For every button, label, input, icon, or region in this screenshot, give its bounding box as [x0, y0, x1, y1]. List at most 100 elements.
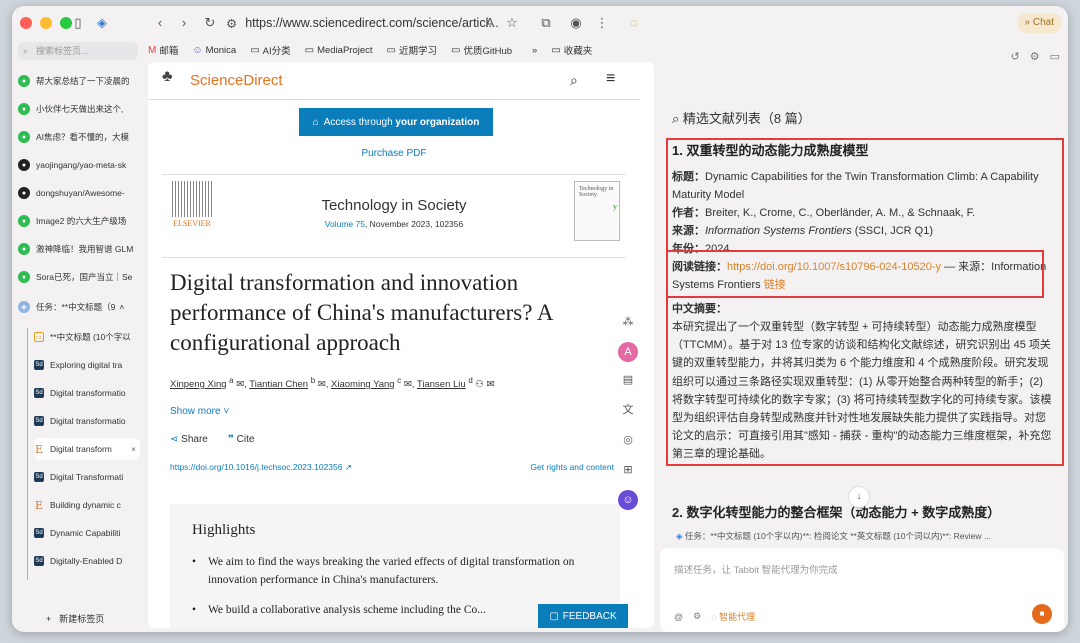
window-icon[interactable]: ▭: [1050, 50, 1060, 63]
sidebar-tab[interactable]: ● 帮大家总结了一下凌晨的: [18, 70, 140, 92]
bookmark-recent[interactable]: ▭ 近期学习: [387, 43, 437, 58]
bookmark-github[interactable]: ▭ 优质GitHub: [451, 43, 512, 58]
author-link[interactable]: Xiaoming Yang: [331, 379, 395, 390]
email-icon[interactable]: ✉: [236, 379, 244, 390]
target-icon[interactable]: ◎: [618, 430, 638, 450]
url-text[interactable]: https://www.sciencedirect.com/science/ar…: [245, 16, 499, 30]
volume-link[interactable]: Volume 75: [325, 219, 365, 229]
tab-search-input[interactable]: ⌕ 搜索标签页...: [18, 42, 138, 60]
sidebar-subtab[interactable]: Sd Exploring digital tra: [34, 354, 140, 376]
ai-tools-icon[interactable]: ⁂: [618, 312, 638, 332]
new-tab-button[interactable]: + 新建标签页: [46, 612, 104, 625]
sciencedirect-icon: Sd: [34, 472, 44, 482]
close-window-button[interactable]: [20, 17, 32, 29]
bookmark-favorites[interactable]: ▭ 收藏夹: [551, 43, 592, 58]
tree-line: [27, 328, 28, 580]
person-icon[interactable]: ⚇: [475, 379, 484, 390]
sidebar-tab[interactable]: ● dongshuyan/Awesome-: [18, 182, 140, 204]
sidebar-tab[interactable]: ● AI焦虑？看不懂的，大模: [18, 126, 140, 148]
profile-icon[interactable]: ◉: [568, 15, 584, 31]
task-context-bar[interactable]: ◈ 任务：**中文标题 (10个字以内)**: 检阅论文 **英文标题 (10个…: [660, 526, 1064, 546]
language-icon[interactable]: 文: [618, 400, 638, 420]
doi-link[interactable]: https://doi.org/10.1016/j.techsoc.2023.1…: [170, 462, 352, 473]
sidebar-tab[interactable]: ● Sora已死，国产当立｜Se: [18, 266, 140, 288]
cite-button[interactable]: ❞ Cite: [228, 434, 254, 445]
plus-icon: +: [46, 614, 52, 624]
book-icon[interactable]: ▤: [618, 370, 638, 390]
mention-icon[interactable]: @: [674, 612, 683, 622]
bulb-icon[interactable]: ◌: [626, 15, 642, 31]
sciencedirect-icon: Sd: [34, 556, 44, 566]
close-tab-icon[interactable]: ×: [131, 444, 136, 454]
task-group-header[interactable]: ◈ 任务：**中文标题（9 ˄: [18, 296, 140, 318]
settings-icon[interactable]: ⚙: [1030, 50, 1040, 63]
history-icon[interactable]: ↺: [1011, 50, 1020, 63]
hamburger-menu-icon[interactable]: ≡: [606, 70, 615, 88]
email-icon[interactable]: ✉: [487, 379, 495, 390]
sd-header: ♣ ScienceDirect ⌕ ≡: [148, 62, 640, 100]
bookmark-ai[interactable]: ▭ AI分类: [250, 43, 290, 58]
prompt-input[interactable]: 描述任务，让 Tabbit 智能代理为你完成 @ ⚙ ◌ 智能代理 ■: [660, 548, 1064, 632]
sidebar-subtab[interactable]: Sd Digital transformatio: [34, 382, 140, 404]
sidebar-subtab-active[interactable]: E Digital transform ×: [34, 438, 140, 460]
bookmark-more[interactable]: »: [526, 45, 537, 56]
author-link[interactable]: Tiansen Liu: [417, 379, 466, 390]
site-settings-icon[interactable]: ⚙: [226, 16, 237, 31]
bookmark-mediaproject[interactable]: ▭ MediaProject: [305, 45, 373, 56]
journal-info: ELSEVIER Technology in Society Volume 75…: [162, 174, 626, 258]
sidebar-subtab[interactable]: ▭ **中文标题 (10个字以: [34, 326, 140, 348]
extensions-icon[interactable]: ⧉: [538, 15, 554, 31]
sidebar-tab[interactable]: ● Image2 的六大生产级场: [18, 210, 140, 232]
sidebar-subtab[interactable]: Sd Dynamic Capabiliti: [34, 522, 140, 544]
assistant-icon[interactable]: ☺: [618, 490, 638, 510]
share-button[interactable]: ⋖ Share: [170, 434, 208, 445]
journal-title[interactable]: Technology in Society: [162, 197, 626, 214]
sidebar-toggle-icon[interactable]: ▯: [70, 15, 86, 31]
sidebar-subtab[interactable]: Sd Digital transformatio: [34, 410, 140, 432]
bookmark-mail[interactable]: M 邮箱: [148, 43, 178, 58]
sidebar-tab[interactable]: ● 小伙伴七天做出来这个,: [18, 98, 140, 120]
minimize-window-button[interactable]: [40, 17, 52, 29]
feedback-button[interactable]: ▢ FEEDBACK: [538, 604, 628, 628]
forward-icon[interactable]: ›: [176, 15, 192, 31]
institution-icon: ⌂: [312, 116, 319, 128]
scroll-down-button[interactable]: ↓: [848, 486, 870, 508]
sciencedirect-logo[interactable]: ScienceDirect: [190, 72, 283, 89]
purchase-pdf-link[interactable]: Purchase PDF: [148, 148, 640, 159]
highlight-box: [666, 250, 1044, 298]
sidebar-tab[interactable]: ● 激神降临！我用智谱 GLM: [18, 238, 140, 260]
bookmark-monica[interactable]: ☺ Monica: [192, 45, 236, 56]
agent-toggle[interactable]: ◌ 智能代理: [711, 610, 755, 623]
stop-button[interactable]: ■: [1032, 604, 1052, 624]
star-icon[interactable]: ☆: [504, 15, 520, 31]
folder-icon: ▭: [304, 44, 315, 56]
elsevier-icon: E: [34, 442, 44, 456]
email-icon[interactable]: ✉: [318, 379, 326, 390]
sidebar-tab[interactable]: ● yaojingang/yao-meta-sk: [18, 154, 140, 176]
translate-page-icon[interactable]: A: [618, 342, 638, 362]
tools-icon[interactable]: ⚙: [693, 611, 701, 622]
author-link[interactable]: Tiantian Chen: [249, 379, 308, 390]
highlight-item: We aim to find the ways breaking the var…: [192, 553, 598, 589]
share-icon: ⋖: [170, 434, 179, 445]
access-through-organization-button[interactable]: ⌂ Access through your organization: [299, 108, 493, 136]
show-more-button[interactable]: Show more ˅: [170, 406, 229, 417]
email-icon[interactable]: ✉: [404, 379, 412, 390]
reload-icon[interactable]: ↻: [202, 15, 218, 31]
sidebar-subtab[interactable]: Sd Digital Transformati: [34, 466, 140, 488]
chat-button[interactable]: » Chat: [1016, 13, 1062, 33]
author-link[interactable]: Xinpeng Xing: [170, 379, 227, 390]
search-icon[interactable]: ⌕: [570, 72, 578, 89]
apps-icon[interactable]: ⊞: [618, 460, 638, 480]
wechat-icon: ●: [18, 75, 30, 87]
tab-stack-icon[interactable]: ◈: [94, 15, 110, 31]
sidebar-subtab[interactable]: Sd Digitally-Enabled D: [34, 550, 140, 572]
sidebar-subtab[interactable]: E Building dynamic c: [34, 494, 140, 516]
rights-link[interactable]: Get rights and content: [530, 462, 614, 472]
article-title: Digital transformation and innovation pe…: [170, 270, 553, 355]
bookmarks-bar: M 邮箱 ☺ Monica ▭ AI分类 ▭ MediaProject ▭ 近期学习 ▭ 优…: [148, 41, 648, 59]
menu-icon[interactable]: ⋮: [594, 15, 610, 31]
journal-cover[interactable]: Technology in Society y: [574, 181, 620, 241]
back-icon[interactable]: ‹: [152, 15, 168, 31]
translate-icon[interactable]: A: [482, 15, 498, 31]
